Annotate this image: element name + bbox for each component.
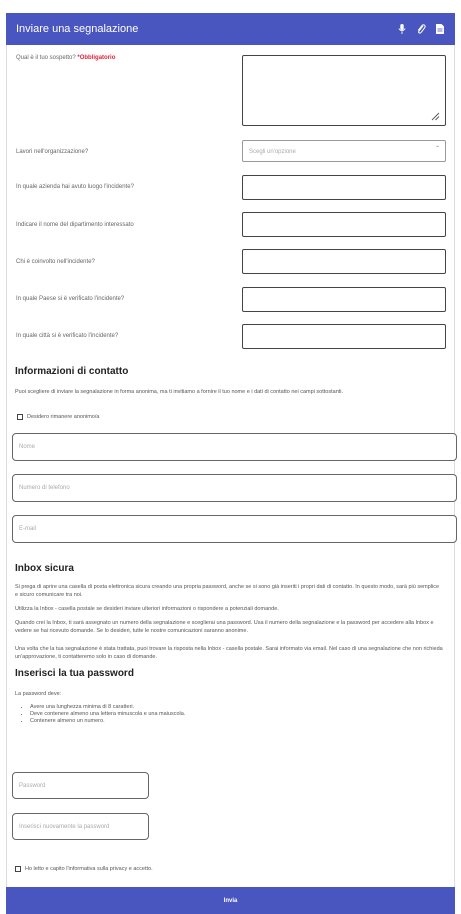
involved-input[interactable]	[242, 249, 446, 274]
country-input[interactable]	[242, 287, 446, 312]
form-header: Inviare una segnalazione	[6, 13, 455, 45]
name-input[interactable]: Nome	[12, 433, 457, 461]
anonymous-checkbox[interactable]	[17, 414, 23, 420]
city-label: In quale città si è verificato l'inciden…	[16, 333, 119, 339]
submit-button[interactable]: Invia	[6, 887, 455, 914]
header-actions	[397, 24, 445, 35]
password-input[interactable]: Password	[12, 772, 149, 799]
document-icon[interactable]	[435, 24, 445, 35]
privacy-label: Ho letto e capito l'informativa sulla pr…	[25, 866, 153, 872]
form-frame	[6, 45, 455, 887]
password-repeat-input[interactable]: Inserisci nuovamente la password	[12, 813, 149, 840]
required-marker: *Obbligatorio	[77, 55, 116, 61]
work-select[interactable]: Scegli un'opzione ⌃	[242, 140, 446, 162]
email-input[interactable]: E-mail	[12, 515, 457, 543]
city-input[interactable]	[242, 324, 446, 349]
work-label: Lavori nell'organizzazione?	[16, 149, 89, 155]
microphone-icon[interactable]	[397, 24, 407, 35]
form-title: Inviare una segnalazione	[16, 23, 139, 35]
contact-heading: Informazioni di contatto	[15, 366, 129, 377]
inbox-heading: Inbox sicura	[15, 563, 74, 574]
paperclip-icon[interactable]	[416, 24, 426, 35]
list-item: Avere una lunghezza minima di 8 caratter…	[30, 704, 185, 711]
inbox-paragraph-1: Si prega di aprire una casella di posta …	[15, 584, 440, 598]
contact-intro: Puoi scegliere di inviare la segnalazion…	[15, 389, 344, 395]
password-intro: La password deve:	[15, 691, 62, 697]
suspect-label: Qual è il tuo sospetto? *Obbligatorio	[16, 55, 116, 61]
privacy-checkbox[interactable]	[15, 866, 21, 872]
list-item: Deve contenere almeno una lettera minusc…	[30, 711, 185, 718]
inbox-paragraph-2: Utilizza la Inbox - casella postale se d…	[15, 606, 279, 612]
suspect-textarea[interactable]	[242, 55, 446, 126]
list-item: Contenere almeno un numero.	[30, 718, 185, 725]
department-input[interactable]	[242, 212, 446, 237]
department-label: Indicare il nome del dipartimento intere…	[16, 222, 134, 228]
anonymous-label: Desidero rimanere anonimo/a	[27, 414, 100, 420]
country-label: In quale Paese si è verificato l'inciden…	[16, 296, 125, 302]
work-select-value: Scegli un'opzione	[249, 149, 296, 155]
resize-handle-icon[interactable]	[431, 112, 440, 121]
inbox-paragraph-4: Una volta che la tua segnalazione è stat…	[15, 646, 443, 660]
password-heading: Inserisci la tua password	[15, 668, 134, 679]
company-label: In quale azienda hai avuto luogo l'incid…	[16, 184, 134, 190]
chevron-down-icon: ⌃	[434, 146, 440, 152]
inbox-paragraph-3: Quando crei la Inbox, ti sarà assegnato …	[15, 620, 434, 634]
phone-input[interactable]: Numero di telefono	[12, 474, 457, 502]
company-input[interactable]	[242, 175, 446, 200]
password-rules: Avere una lunghezza minima di 8 caratter…	[22, 704, 185, 725]
involved-label: Chi è coinvolto nell'incidente?	[16, 259, 95, 265]
